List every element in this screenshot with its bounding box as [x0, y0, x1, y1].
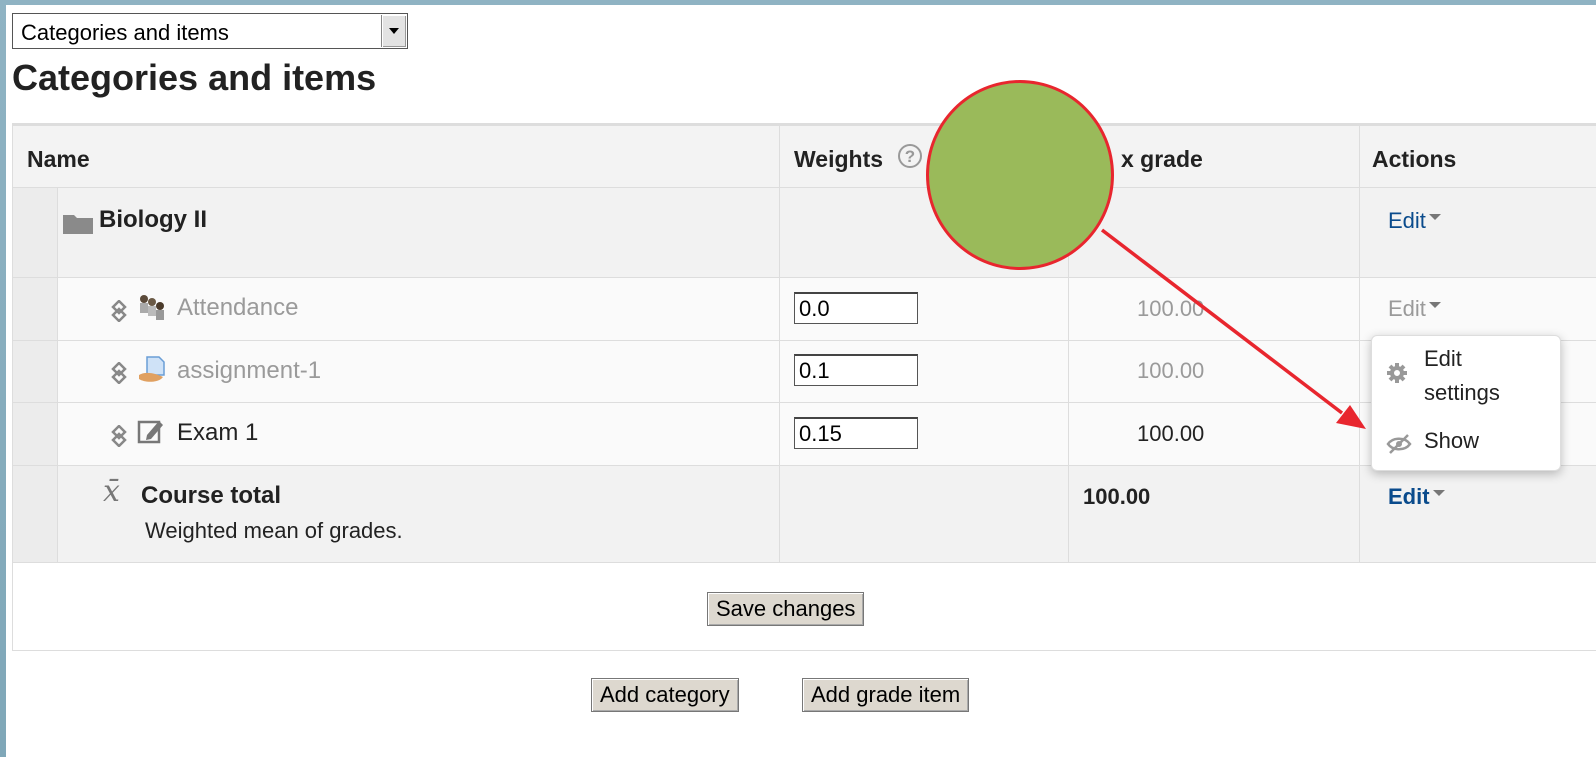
annotation-arrow [1100, 228, 1366, 429]
gradebook-setup-page: Categories and items Categories and item… [6, 5, 1596, 757]
